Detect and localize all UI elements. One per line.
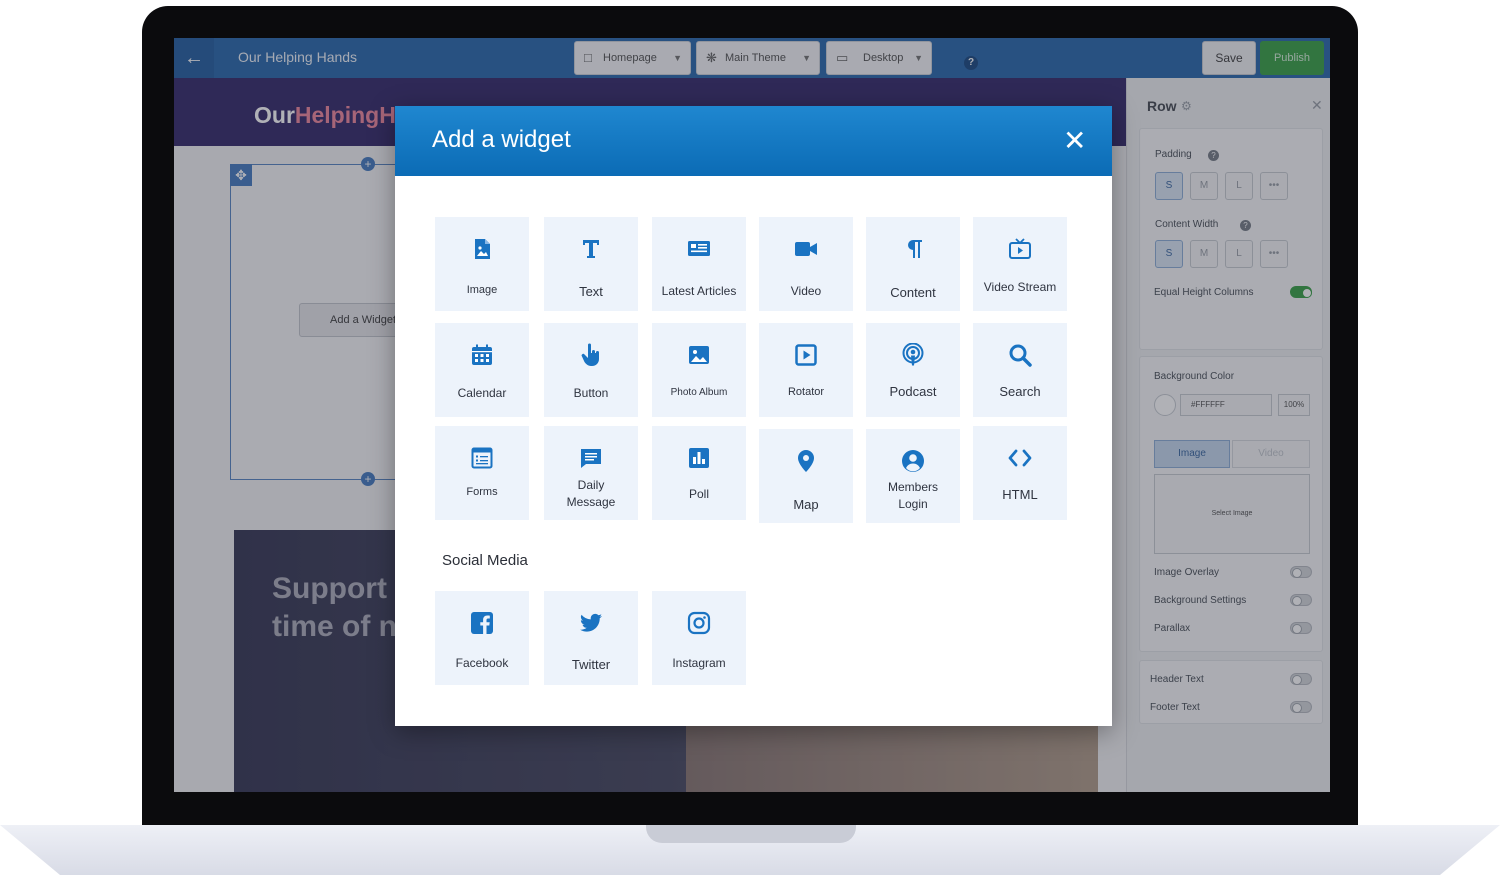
widget-tile-podcast[interactable]: Podcast	[866, 323, 960, 417]
laptop-notch	[646, 825, 856, 843]
facebook-icon	[471, 612, 493, 634]
widget-tile-forms[interactable]: Forms	[435, 426, 529, 520]
widget-tile-photo-album[interactable]: Photo Album	[652, 323, 746, 417]
widget-tile-text[interactable]: Text	[544, 217, 638, 311]
widget-label: Forms	[466, 486, 498, 498]
widget-tile-calendar[interactable]: Calendar	[435, 323, 529, 417]
articles-icon	[688, 241, 710, 256]
widget-label: Instagram	[672, 656, 726, 670]
widget-tile-button[interactable]: Button	[544, 323, 638, 417]
widget-tile-instagram[interactable]: Instagram	[652, 591, 746, 685]
search-icon	[1009, 344, 1032, 367]
widget-tile-search[interactable]: Search	[973, 323, 1067, 417]
pointer-hand-icon	[581, 343, 599, 366]
text-icon	[583, 240, 599, 258]
form-icon	[471, 447, 493, 469]
photo-icon	[689, 346, 709, 364]
modal-title: Add a widget	[432, 126, 571, 153]
paragraph-icon	[908, 240, 922, 258]
social-media-heading: Social Media	[442, 552, 528, 569]
widget-tile-video-stream[interactable]: Video Stream	[973, 217, 1067, 311]
video-camera-icon	[795, 242, 817, 256]
twitter-icon	[580, 613, 602, 632]
image-icon	[475, 239, 490, 259]
widget-tile-daily-message[interactable]: Daily Message	[544, 426, 638, 520]
widget-label: Calendar	[457, 386, 507, 400]
widget-label: Poll	[688, 487, 709, 501]
widget-label: Search	[999, 384, 1041, 399]
widget-tile-video[interactable]: Video	[759, 217, 853, 311]
widget-label: Photo Album	[670, 387, 728, 398]
code-icon	[1008, 449, 1032, 467]
widget-tile-image[interactable]: Image	[435, 217, 529, 311]
widget-tile-twitter[interactable]: Twitter	[544, 591, 638, 685]
widget-label: Video Stream	[983, 280, 1057, 294]
modal-header: Add a widget ✕	[395, 106, 1112, 176]
widget-label: HTML	[1002, 487, 1038, 502]
user-icon	[902, 450, 924, 472]
widget-tile-poll[interactable]: Poll	[652, 426, 746, 520]
widget-label: Video	[790, 284, 822, 298]
widget-label: Latest Articles	[661, 284, 737, 298]
widget-label: Facebook	[455, 656, 509, 670]
widget-tile-html[interactable]: HTML	[973, 426, 1067, 520]
widget-tile-members-login[interactable]: Members Login	[866, 429, 960, 523]
widget-label: Text	[579, 284, 603, 299]
widget-label: Rotator	[787, 386, 825, 398]
widget-tile-rotator[interactable]: Rotator	[759, 323, 853, 417]
poll-icon	[689, 448, 709, 468]
close-icon[interactable]: ✕	[1063, 127, 1086, 155]
widget-tile-map[interactable]: Map	[759, 429, 853, 523]
widget-label: Podcast	[889, 384, 937, 399]
widget-label: Twitter	[571, 657, 611, 672]
podcast-icon	[902, 343, 924, 366]
widget-label: Members Login	[887, 480, 938, 511]
widget-tile-facebook[interactable]: Facebook	[435, 591, 529, 685]
widget-label: Button	[573, 386, 609, 400]
add-widget-modal: Add a widget ✕ Image Text Latest Article…	[395, 106, 1112, 726]
widget-label: Content	[890, 285, 936, 300]
widget-tile-latest-articles[interactable]: Latest Articles	[652, 217, 746, 311]
instagram-icon	[687, 611, 711, 635]
widget-label: Map	[793, 497, 819, 512]
widget-label: Daily Message	[566, 478, 616, 509]
play-square-icon	[795, 344, 817, 366]
stage: ← Our Helping Hands □ Homepage ▼ ❋ Main …	[0, 0, 1500, 875]
tv-icon	[1009, 238, 1031, 259]
widget-tile-content[interactable]: Content	[866, 217, 960, 311]
message-icon	[581, 449, 601, 468]
calendar-icon	[472, 344, 492, 365]
widget-label: Image	[466, 284, 498, 296]
map-pin-icon	[798, 450, 814, 472]
